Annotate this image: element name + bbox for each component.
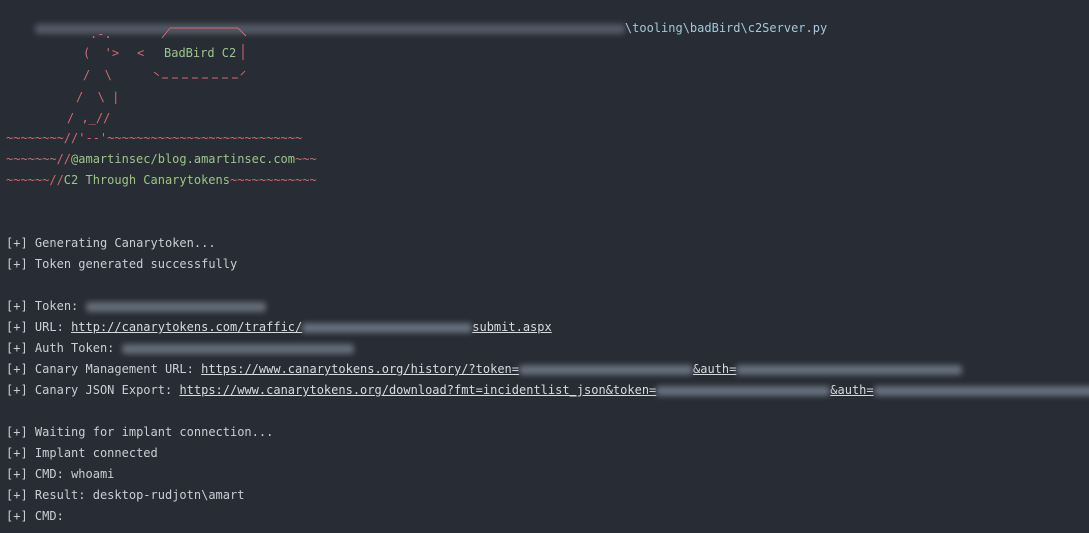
output-cmd: [+] CMD: whoami — [6, 467, 115, 481]
redacted-auth-token — [121, 343, 354, 354]
redacted-command-prefix — [34, 23, 625, 34]
art-line-2: ( '> — [83, 46, 120, 60]
redacted-json-auth — [873, 385, 1089, 396]
art-line-3: / \ — [83, 68, 112, 82]
redacted-json-token — [656, 385, 831, 396]
command-prompt[interactable]: [+] CMD: — [6, 508, 64, 524]
art-line-1: .-. — [90, 27, 112, 41]
terminal-window[interactable]: \tooling\badBird\c2Server.py .-. ( '> / … — [0, 0, 1089, 533]
management-url-link[interactable]: https://www.canarytokens.org/history/?to… — [201, 362, 963, 376]
script-path: \tooling\badBird\c2Server.py — [624, 21, 828, 35]
output-waiting: [+] Waiting for implant connection... — [6, 425, 274, 439]
banner-subtitle: C2 Through Canarytokens — [63, 173, 230, 187]
bubble-pointer: < — [137, 46, 145, 60]
output-auth-token: [+] Auth Token: — [6, 340, 354, 356]
output-result: [+] Result: desktop-rudjotn\amart — [6, 488, 245, 502]
output-generating: [+] Generating Canarytoken... — [6, 236, 216, 250]
output-token: [+] Token: — [6, 298, 266, 314]
command-line: \tooling\badBird\c2Server.py — [6, 4, 827, 35]
output-url: [+] URL: http://canarytokens.com/traffic… — [6, 320, 552, 334]
output-json-export: [+] Canary JSON Export: https://www.cana… — [6, 382, 1089, 398]
art-line-6: ~~~~~~~~//'--'~~~~~~~~~~~~~~~~~~~~~~~~~~… — [6, 131, 303, 145]
redacted-mgmt-token — [519, 364, 693, 375]
art-line-5: / ,_// — [67, 111, 111, 125]
art-line-4: / \ | — [76, 90, 120, 104]
art-line-8: ~~~~~~//C2 Through Canarytokens~~~~~~~~~… — [6, 173, 317, 187]
output-connected: [+] Implant connected — [6, 446, 158, 460]
banner-title: BadBird C2 — [164, 46, 237, 60]
redacted-url-id — [302, 322, 473, 333]
art-line-7: ~~~~~~~//@amartinsec/blog.amartinsec.com… — [6, 152, 317, 166]
json-export-link[interactable]: https://www.canarytokens.org/download?fm… — [179, 383, 1089, 397]
redacted-mgmt-auth — [736, 364, 963, 375]
output-management-url: [+] Canary Management URL: https://www.c… — [6, 361, 963, 377]
redacted-token — [85, 301, 266, 312]
traffic-url-link[interactable]: http://canarytokens.com/traffic/submit.a… — [71, 320, 552, 334]
output-generated: [+] Token generated successfully — [6, 257, 238, 271]
banner-handle: @amartinsec/blog.amartinsec.com — [71, 152, 295, 166]
